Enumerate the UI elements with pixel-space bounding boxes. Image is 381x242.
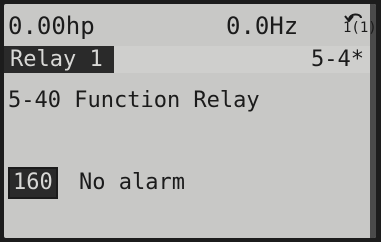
status-row: 0.00hp 0.0Hz 1(1) <box>8 8 376 44</box>
value-code[interactable]: 160 <box>8 167 58 199</box>
group-code: 5-4* <box>311 47 364 72</box>
value-text: No alarm <box>79 170 185 195</box>
active-setup-indicator: 1(1) <box>343 8 376 44</box>
frequency-readout: 0.0Hz <box>226 12 299 40</box>
parameter-value-row[interactable]: 160 No alarm <box>8 167 185 199</box>
setup-number: 1(1) <box>343 20 376 36</box>
lcp-display: 0.00hp 0.0Hz 1(1) Relay 1 5-4* 5-40 Func… <box>4 4 376 238</box>
display-bevel <box>370 4 376 238</box>
parameter-group-bar: Relay 1 5-4* <box>4 46 370 73</box>
power-readout: 0.00hp <box>8 12 95 40</box>
group-title: Relay 1 <box>4 46 114 73</box>
parameter-title: 5-40 Function Relay <box>8 88 260 113</box>
